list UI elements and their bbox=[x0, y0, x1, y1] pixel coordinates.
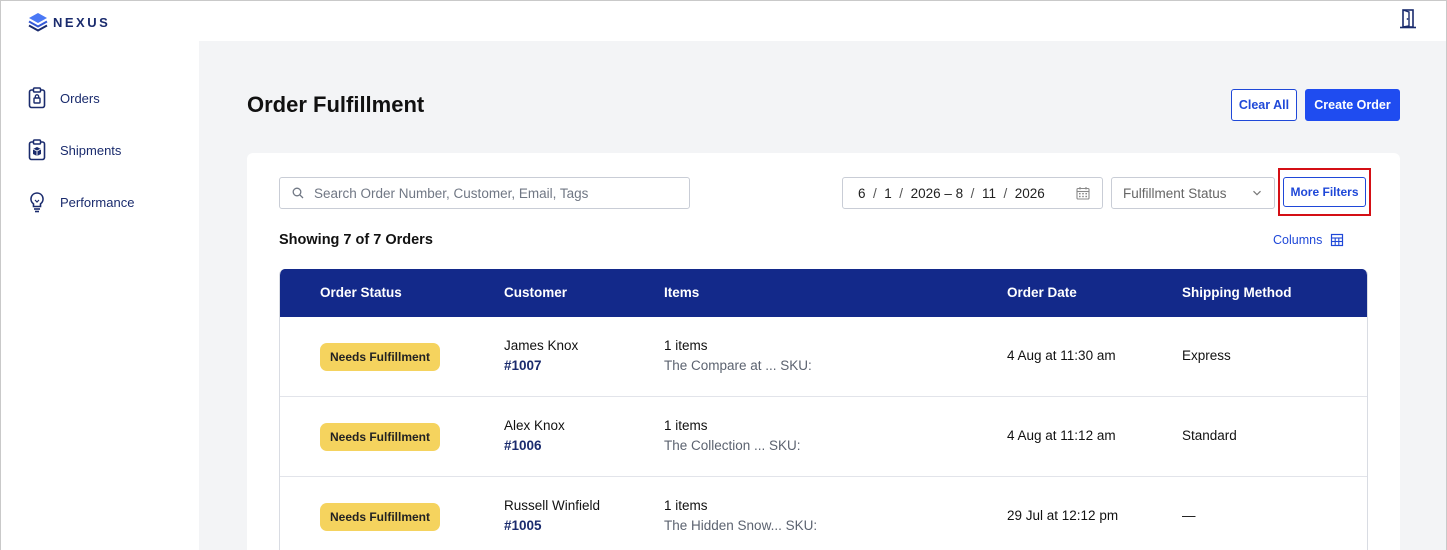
showing-count: Showing 7 of 7 Orders bbox=[279, 232, 433, 248]
start-year[interactable]: 2026 bbox=[911, 186, 941, 201]
end-month[interactable]: 8 bbox=[956, 186, 964, 201]
lightbulb-icon bbox=[30, 192, 44, 213]
shipping-method: Express bbox=[1182, 348, 1231, 363]
column-header-items[interactable]: Items bbox=[664, 285, 699, 300]
shipping-method: — bbox=[1182, 508, 1196, 523]
columns-button[interactable]: Columns bbox=[1273, 233, 1344, 247]
date-slash: / bbox=[865, 185, 885, 201]
items-count: 1 items bbox=[664, 418, 708, 433]
date-slash: / bbox=[891, 185, 911, 201]
orders-card: 6 / 1 / 2026 – 8 / 11 / 2026 Ful bbox=[247, 153, 1400, 550]
order-date: 4 Aug at 11:12 am bbox=[1007, 428, 1116, 443]
clear-all-button[interactable]: Clear All bbox=[1231, 89, 1297, 121]
items-description: The Collection ... SKU: bbox=[664, 438, 801, 453]
sidebar-item-orders[interactable]: Orders bbox=[28, 86, 100, 110]
column-header-shipping-method[interactable]: Shipping Method bbox=[1182, 285, 1291, 300]
column-header-order-status[interactable]: Order Status bbox=[320, 285, 402, 300]
order-number-link[interactable]: #1005 bbox=[504, 518, 542, 533]
date-slash: / bbox=[963, 185, 982, 201]
page-title: Order Fulfillment bbox=[247, 92, 425, 117]
fulfillment-status-select[interactable]: Fulfillment Status bbox=[1111, 177, 1275, 209]
clipboard-icon bbox=[28, 87, 46, 109]
table-row[interactable]: Needs Fulfillment Russell Winfield #1005… bbox=[280, 477, 1367, 550]
order-date: 29 Jul at 12:12 pm bbox=[1007, 508, 1119, 523]
date-slash: / bbox=[995, 185, 1015, 201]
order-number-link[interactable]: #1007 bbox=[504, 358, 542, 373]
sidebar-item-shipments[interactable]: Shipments bbox=[28, 138, 121, 162]
table-columns-icon bbox=[1331, 233, 1344, 247]
items-description: The Hidden Snow... SKU: bbox=[664, 518, 818, 533]
sidebar-item-performance[interactable]: Performance bbox=[28, 190, 134, 214]
items-description: The Compare at ... SKU: bbox=[664, 358, 812, 373]
range-dash: – bbox=[944, 185, 952, 201]
status-badge: Needs Fulfillment bbox=[320, 343, 440, 371]
items-count: 1 items bbox=[664, 338, 708, 353]
sidebar: Orders Shipments Performance bbox=[1, 41, 199, 550]
search-icon bbox=[292, 187, 304, 199]
items-count: 1 items bbox=[664, 498, 708, 513]
column-header-order-date[interactable]: Order Date bbox=[1007, 285, 1077, 300]
table-header: Order Status Customer Items Order Date S… bbox=[280, 269, 1367, 317]
end-day[interactable]: 11 bbox=[982, 186, 996, 201]
sidebar-item-label: Performance bbox=[60, 194, 135, 210]
exit-door-icon[interactable] bbox=[1399, 9, 1417, 29]
package-clipboard-icon bbox=[28, 139, 46, 161]
column-header-customer[interactable]: Customer bbox=[504, 285, 567, 300]
customer-name: Alex Knox bbox=[504, 418, 565, 433]
chevron-down-icon bbox=[1253, 190, 1261, 196]
status-badge: Needs Fulfillment bbox=[320, 423, 440, 451]
calendar-icon[interactable] bbox=[1076, 186, 1090, 200]
fulfillment-status-label: Fulfillment Status bbox=[1123, 185, 1227, 201]
status-badge: Needs Fulfillment bbox=[320, 503, 440, 531]
order-number-link[interactable]: #1006 bbox=[504, 438, 542, 453]
search-input[interactable] bbox=[314, 185, 674, 201]
sidebar-item-label: Orders bbox=[60, 90, 100, 106]
nexus-logo-icon bbox=[28, 13, 48, 32]
orders-table: Order Status Customer Items Order Date S… bbox=[279, 269, 1368, 550]
create-order-button[interactable]: Create Order bbox=[1305, 89, 1400, 121]
end-year[interactable]: 2026 bbox=[1015, 186, 1045, 201]
main-content: Order Fulfillment Clear All Create Order… bbox=[199, 41, 1446, 550]
logo[interactable]: NEXUS bbox=[28, 12, 110, 32]
search-box[interactable] bbox=[279, 177, 690, 209]
brand-name: NEXUS bbox=[53, 14, 111, 30]
more-filters-button[interactable]: More Filters bbox=[1283, 177, 1366, 207]
order-date: 4 Aug at 11:30 am bbox=[1007, 348, 1116, 363]
columns-label: Columns bbox=[1273, 233, 1323, 247]
start-day[interactable]: 1 bbox=[884, 186, 892, 201]
customer-name: James Knox bbox=[504, 338, 579, 353]
top-bar: NEXUS bbox=[1, 1, 1446, 41]
customer-name: Russell Winfield bbox=[504, 498, 601, 513]
shipping-method: Standard bbox=[1182, 428, 1237, 443]
date-range-picker[interactable]: 6 / 1 / 2026 – 8 / 11 / 2026 bbox=[842, 177, 1103, 209]
start-month[interactable]: 6 bbox=[858, 186, 866, 201]
sidebar-item-label: Shipments bbox=[60, 142, 122, 158]
table-row[interactable]: Needs Fulfillment Alex Knox #1006 1 item… bbox=[280, 397, 1367, 477]
table-row[interactable]: Needs Fulfillment James Knox #1007 1 ite… bbox=[280, 317, 1367, 397]
